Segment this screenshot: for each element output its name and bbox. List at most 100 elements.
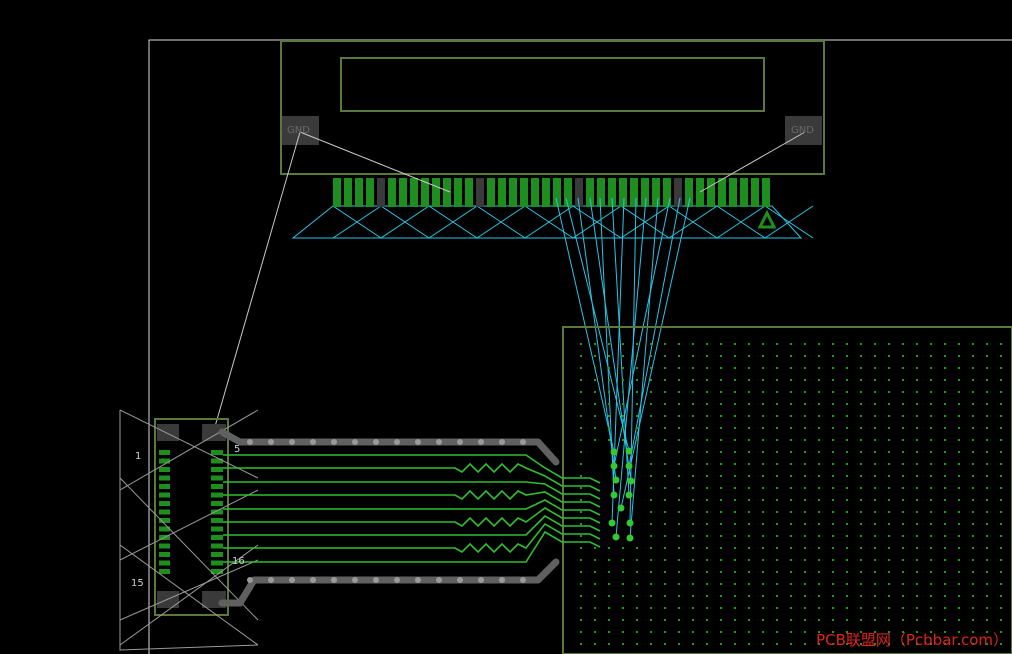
grid-dot xyxy=(972,619,974,621)
grid-dot xyxy=(748,439,750,441)
grid-dot xyxy=(692,619,694,621)
lcd-pin-pad xyxy=(355,178,363,207)
grid-dot xyxy=(902,487,904,489)
grid-dot xyxy=(902,451,904,453)
grid-dot xyxy=(790,547,792,549)
grid-dot xyxy=(930,439,932,441)
via xyxy=(625,491,633,499)
grid-dot xyxy=(608,547,610,549)
grid-dot xyxy=(790,619,792,621)
grid-dot xyxy=(972,499,974,501)
grid-dot xyxy=(832,571,834,573)
grid-dot xyxy=(888,571,890,573)
grid-dot xyxy=(776,619,778,621)
connector-pin-5-label: 5 xyxy=(234,444,241,455)
via xyxy=(617,504,625,512)
grid-dot xyxy=(580,415,582,417)
grid-dot xyxy=(762,607,764,609)
grid-dot xyxy=(678,463,680,465)
grid-dot xyxy=(860,535,862,537)
grid-dot xyxy=(692,607,694,609)
grid-dot xyxy=(692,571,694,573)
lcd-pin-pad xyxy=(509,178,517,207)
grid-dot xyxy=(832,463,834,465)
grid-dot xyxy=(636,379,638,381)
grid-dot xyxy=(594,571,596,573)
grid-dot xyxy=(930,607,932,609)
grid-dot xyxy=(874,415,876,417)
grid-dot xyxy=(650,391,652,393)
grid-dot xyxy=(678,475,680,477)
grid-dot xyxy=(762,619,764,621)
lcd-pin-pad xyxy=(388,178,396,207)
grid-dot xyxy=(734,643,736,645)
grid-dot xyxy=(692,643,694,645)
grid-dot xyxy=(692,463,694,465)
grid-dot xyxy=(622,427,624,429)
grid-dot xyxy=(986,499,988,501)
grid-dot xyxy=(804,547,806,549)
grid-dot xyxy=(874,439,876,441)
grid-dot xyxy=(1000,379,1002,381)
grid-dot xyxy=(874,391,876,393)
grid-dot xyxy=(734,571,736,573)
grid-dot xyxy=(902,511,904,513)
grid-dot xyxy=(916,511,918,513)
grid-dot xyxy=(986,391,988,393)
grid-dot xyxy=(776,583,778,585)
grid-dot xyxy=(874,463,876,465)
grid-dot xyxy=(664,595,666,597)
grid-dot xyxy=(748,619,750,621)
grid-dot xyxy=(762,451,764,453)
grid-dot xyxy=(958,607,960,609)
grid-dot xyxy=(734,463,736,465)
grid-dot xyxy=(762,511,764,513)
grid-dot xyxy=(664,535,666,537)
grid-dot xyxy=(930,451,932,453)
grid-dot xyxy=(874,379,876,381)
grid-dot xyxy=(902,559,904,561)
grid-dot xyxy=(692,367,694,369)
grid-dot xyxy=(804,463,806,465)
grid-dot xyxy=(958,427,960,429)
grid-dot xyxy=(748,403,750,405)
via xyxy=(625,462,633,470)
grid-dot xyxy=(706,595,708,597)
grid-dot xyxy=(720,607,722,609)
pcb-editor-canvas[interactable]: GND GND 5 16 1 15 PCB联盟网（Pcbbar.com） xyxy=(0,0,1012,654)
grid-dot xyxy=(902,379,904,381)
pcb-layout-view[interactable] xyxy=(0,0,1012,654)
lcd-pin-pad xyxy=(729,178,737,207)
grid-dot xyxy=(692,427,694,429)
grid-dot xyxy=(846,463,848,465)
grid-dot xyxy=(944,415,946,417)
grid-dot xyxy=(734,475,736,477)
grid-dot xyxy=(650,475,652,477)
grid-dot xyxy=(958,367,960,369)
grid-dot xyxy=(944,619,946,621)
grid-dot xyxy=(720,571,722,573)
grid-dot xyxy=(748,595,750,597)
grid-dot xyxy=(944,559,946,561)
grid-dot xyxy=(804,343,806,345)
grid-dot xyxy=(986,511,988,513)
grid-dot xyxy=(692,355,694,357)
grid-dot xyxy=(972,439,974,441)
grid-dot xyxy=(636,571,638,573)
connector-pin xyxy=(159,509,170,515)
grid-dot xyxy=(832,583,834,585)
grid-dot xyxy=(678,559,680,561)
grid-dot xyxy=(944,523,946,525)
grid-dot xyxy=(972,451,974,453)
grid-dot xyxy=(734,355,736,357)
grid-dot xyxy=(860,607,862,609)
grid-dot xyxy=(972,487,974,489)
grid-dot xyxy=(832,607,834,609)
grid-dot xyxy=(664,415,666,417)
grid-dot xyxy=(986,415,988,417)
airwire-fanout xyxy=(555,197,615,453)
grid-dot xyxy=(972,523,974,525)
grid-dot xyxy=(664,583,666,585)
grid-dot xyxy=(888,451,890,453)
grid-dot xyxy=(958,379,960,381)
